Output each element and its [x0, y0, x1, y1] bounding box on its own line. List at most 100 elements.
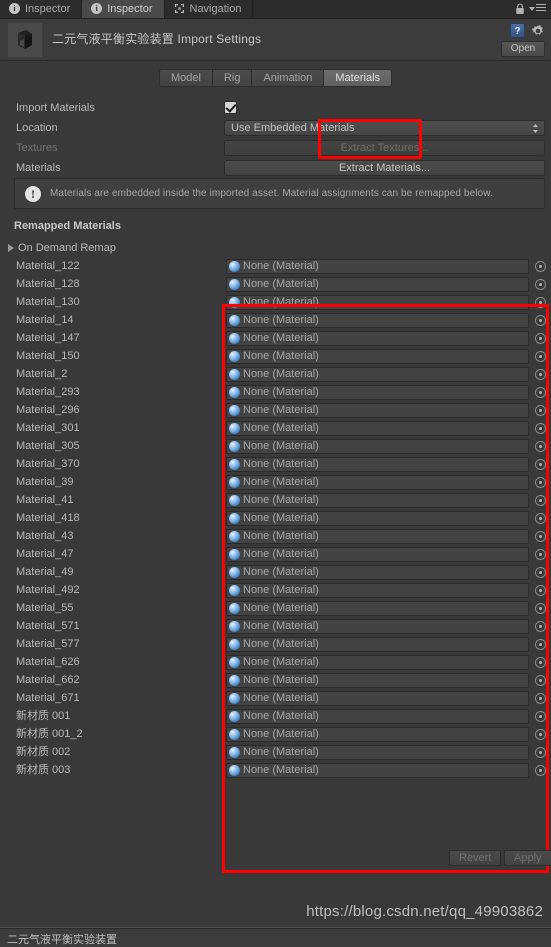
object-picker-icon[interactable]: [535, 675, 546, 686]
object-picker-icon[interactable]: [535, 513, 546, 524]
material-object-field[interactable]: None (Material): [226, 511, 529, 526]
material-object-field[interactable]: None (Material): [226, 565, 529, 580]
material-field-value: None (Material): [243, 764, 319, 776]
tab-materials[interactable]: Materials: [323, 69, 393, 87]
material-field-value: None (Material): [243, 566, 319, 578]
material-name-label: Material_128: [16, 278, 80, 290]
object-picker-icon[interactable]: [535, 549, 546, 560]
tab-inspector-1[interactable]: i Inspector: [0, 0, 83, 18]
material-object-field[interactable]: None (Material): [226, 709, 529, 724]
lock-icon[interactable]: [515, 2, 525, 15]
extract-materials-button[interactable]: Extract Materials...: [224, 160, 545, 176]
object-picker-icon[interactable]: [535, 441, 546, 452]
object-picker-icon[interactable]: [535, 747, 546, 758]
object-picker-icon[interactable]: [535, 459, 546, 470]
on-demand-remap-foldout[interactable]: On Demand Remap: [8, 242, 116, 254]
material-object-field[interactable]: None (Material): [226, 637, 529, 652]
object-picker-icon[interactable]: [535, 567, 546, 578]
material-object-field[interactable]: None (Material): [226, 745, 529, 760]
gear-icon[interactable]: [531, 24, 545, 38]
material-object-field[interactable]: None (Material): [226, 439, 529, 454]
object-picker-icon[interactable]: [535, 711, 546, 722]
material-name-label: Material_577: [16, 638, 80, 650]
import-materials-checkbox[interactable]: [224, 101, 237, 114]
object-picker-icon[interactable]: [535, 693, 546, 704]
material-name-label: Material_2: [16, 368, 68, 380]
object-picker-icon[interactable]: [535, 531, 546, 542]
object-picker-icon[interactable]: [535, 477, 546, 488]
help-icon[interactable]: ?: [510, 23, 525, 38]
extract-textures-button[interactable]: Extract Textures...: [224, 140, 545, 156]
material-remap-row: Material_130 None (Material): [0, 293, 551, 311]
object-picker-icon[interactable]: [535, 279, 546, 290]
object-picker-icon[interactable]: [535, 585, 546, 596]
tab-rig[interactable]: Rig: [211, 69, 252, 87]
material-object-field[interactable]: None (Material): [226, 529, 529, 544]
material-object-field[interactable]: None (Material): [226, 475, 529, 490]
object-picker-icon[interactable]: [535, 387, 546, 398]
object-picker-icon[interactable]: [535, 369, 546, 380]
hamburger-menu-icon[interactable]: [529, 4, 546, 13]
material-object-field[interactable]: None (Material): [226, 403, 529, 418]
open-button[interactable]: Open: [501, 41, 545, 57]
material-name-label: Material_43: [16, 530, 74, 542]
material-object-field[interactable]: None (Material): [226, 691, 529, 706]
object-picker-icon[interactable]: [535, 621, 546, 632]
object-picker-icon[interactable]: [535, 639, 546, 650]
material-field-value: None (Material): [243, 584, 319, 596]
material-object-field[interactable]: None (Material): [226, 583, 529, 598]
object-picker-icon[interactable]: [535, 405, 546, 416]
object-picker-icon[interactable]: [535, 351, 546, 362]
object-picker-icon[interactable]: [535, 657, 546, 668]
material-object-field[interactable]: None (Material): [226, 367, 529, 382]
material-name-label: Material_671: [16, 692, 80, 704]
object-picker-icon[interactable]: [535, 765, 546, 776]
object-picker-icon[interactable]: [535, 333, 546, 344]
material-sphere-icon: [229, 459, 240, 470]
tab-model[interactable]: Model: [158, 69, 212, 87]
material-remap-row: Material_571 None (Material): [0, 617, 551, 635]
tab-navigation[interactable]: Navigation: [165, 0, 254, 18]
material-object-field[interactable]: None (Material): [226, 493, 529, 508]
object-picker-icon[interactable]: [535, 423, 546, 434]
material-object-field[interactable]: None (Material): [226, 655, 529, 670]
apply-button[interactable]: Apply: [504, 850, 551, 866]
row-textures: Textures Extract Textures...: [0, 140, 551, 157]
tab-inspector-2[interactable]: i Inspector: [82, 0, 165, 18]
material-name-label: Material_55: [16, 602, 74, 614]
material-name-label: Material_122: [16, 260, 80, 272]
material-object-field[interactable]: None (Material): [226, 421, 529, 436]
material-field-value: None (Material): [243, 530, 319, 542]
object-picker-icon[interactable]: [535, 495, 546, 506]
material-object-field[interactable]: None (Material): [226, 331, 529, 346]
material-object-field[interactable]: None (Material): [226, 619, 529, 634]
object-picker-icon[interactable]: [535, 729, 546, 740]
material-name-label: Material_296: [16, 404, 80, 416]
object-picker-icon[interactable]: [535, 315, 546, 326]
material-name-label: Material_130: [16, 296, 80, 308]
material-field-value: None (Material): [243, 476, 319, 488]
object-picker-icon[interactable]: [535, 261, 546, 272]
material-field-value: None (Material): [243, 440, 319, 452]
material-object-field[interactable]: None (Material): [226, 457, 529, 472]
material-object-field[interactable]: None (Material): [226, 259, 529, 274]
material-sphere-icon: [229, 477, 240, 488]
material-object-field[interactable]: None (Material): [226, 763, 529, 778]
material-field-value: None (Material): [243, 278, 319, 290]
revert-button[interactable]: Revert: [449, 850, 502, 866]
material-sphere-icon: [229, 729, 240, 740]
material-object-field[interactable]: None (Material): [226, 673, 529, 688]
material-object-field[interactable]: None (Material): [226, 277, 529, 292]
tab-animation[interactable]: Animation: [251, 69, 324, 87]
material-object-field[interactable]: None (Material): [226, 295, 529, 310]
material-remap-row: Material_671 None (Material): [0, 689, 551, 707]
object-picker-icon[interactable]: [535, 603, 546, 614]
material-object-field[interactable]: None (Material): [226, 727, 529, 742]
material-object-field[interactable]: None (Material): [226, 313, 529, 328]
material-object-field[interactable]: None (Material): [226, 385, 529, 400]
material-object-field[interactable]: None (Material): [226, 601, 529, 616]
location-dropdown[interactable]: Use Embedded Materials: [224, 120, 545, 136]
material-object-field[interactable]: None (Material): [226, 547, 529, 562]
material-object-field[interactable]: None (Material): [226, 349, 529, 364]
object-picker-icon[interactable]: [535, 297, 546, 308]
